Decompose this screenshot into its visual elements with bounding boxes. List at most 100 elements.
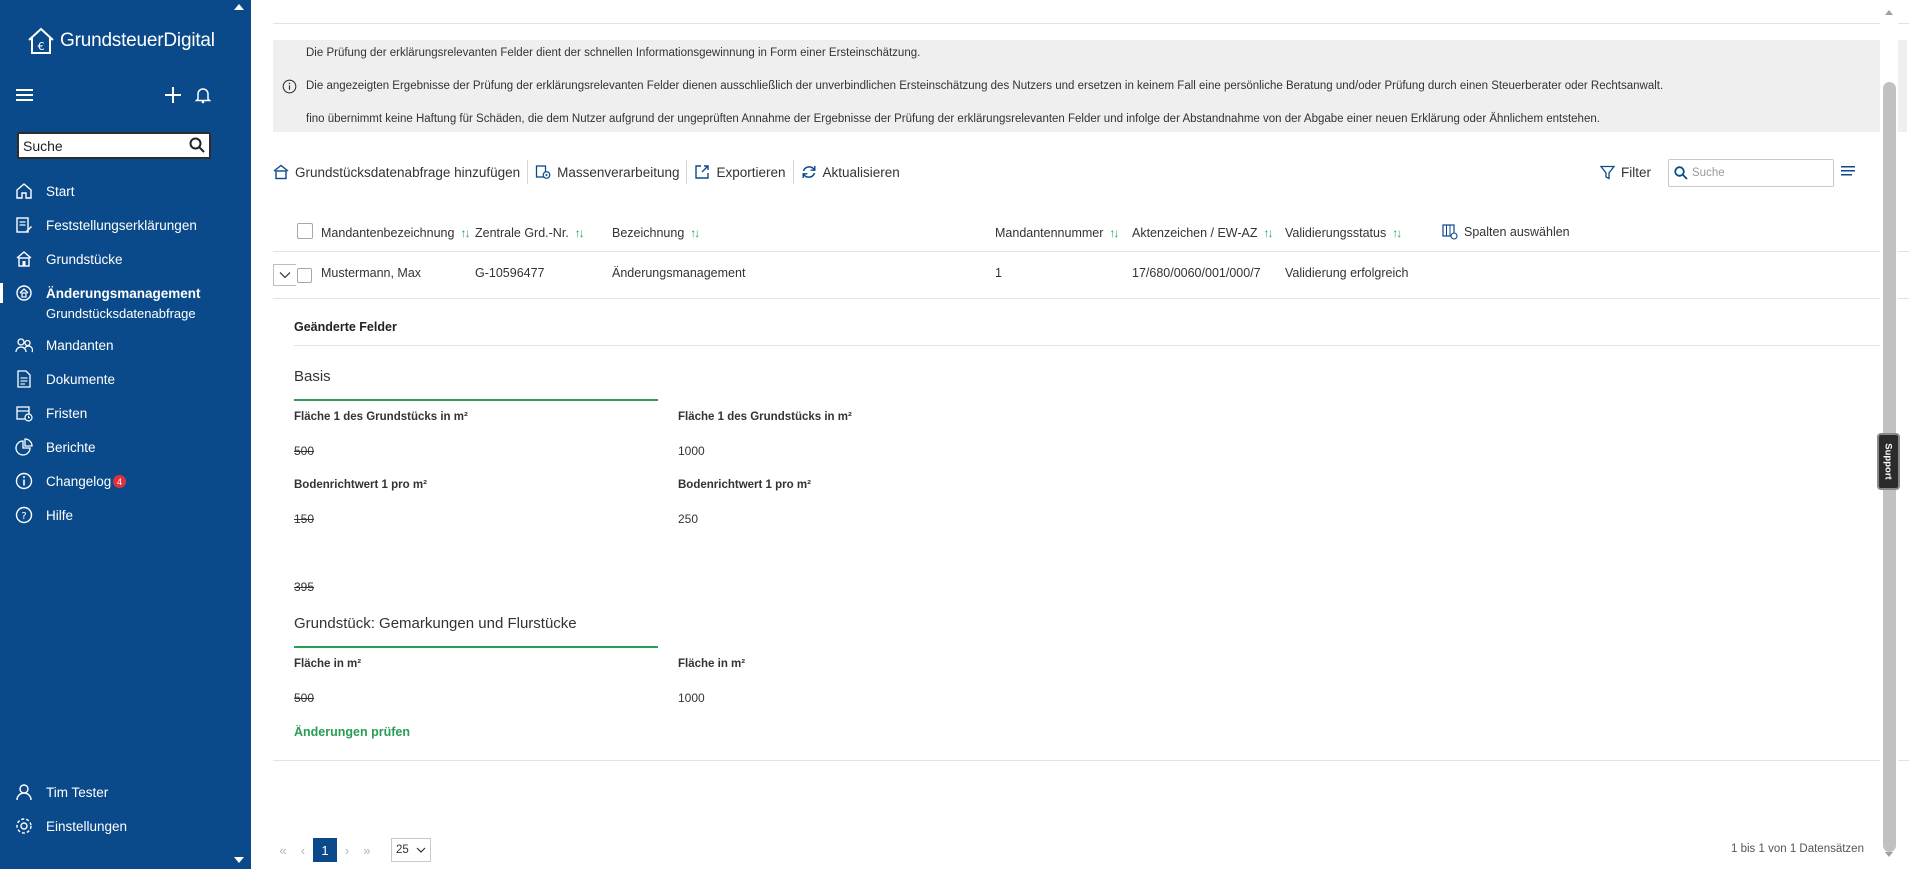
refresh-icon [802, 166, 816, 178]
sidebar-toolbar [16, 86, 216, 110]
column-header-zentrale-grd-nr[interactable]: Zentrale Grd.-Nr. ↑↓ [475, 226, 585, 240]
old-value: 395 [294, 580, 315, 594]
new-value: 1000 [678, 444, 705, 458]
gear-icon [16, 818, 32, 834]
bell-icon[interactable] [194, 86, 212, 104]
field-label-new: Bodenrichtwert 1 pro m² [678, 479, 811, 491]
help-icon: ? [15, 506, 33, 524]
first-page-button[interactable]: « [273, 838, 293, 862]
house-icon [273, 164, 289, 180]
nav-item-user[interactable]: Tim Tester [0, 775, 251, 809]
sidebar-search-input[interactable] [19, 137, 179, 154]
nav-item-berichte[interactable]: Berichte [0, 430, 251, 464]
column-header-bezeichnung[interactable]: Bezeichnung ↑↓ [612, 226, 700, 240]
cell-validierungsstatus: Validierung erfolgreich [1285, 266, 1409, 280]
home-icon [16, 183, 32, 199]
column-header-aktenzeichen[interactable]: Aktenzeichen / EW-AZ ↑↓ [1132, 226, 1274, 240]
field-label-old: Bodenrichtwert 1 pro m² [294, 479, 427, 491]
check-changes-link[interactable]: Änderungen prüfen [294, 725, 410, 739]
field-label-new: Fläche 1 des Grundstücks in m² [678, 411, 852, 423]
pagination: « ‹ 1 › » 25 [273, 838, 431, 862]
cell-mandant: Mustermann, Max [321, 266, 422, 280]
nav-item-start[interactable]: Start [0, 174, 251, 208]
column-label: Aktenzeichen / EW-AZ [1132, 226, 1258, 240]
logo-text: GrundsteuerDigital [60, 30, 215, 51]
nav-item-feststellungserklaerungen[interactable]: Feststellungserklärungen [0, 208, 251, 242]
column-label: Bezeichnung [612, 226, 685, 240]
field-label-old: Fläche in m² [294, 658, 362, 670]
sidebar-scroll-down-icon[interactable] [234, 857, 244, 863]
exportieren-button[interactable]: Exportieren [687, 160, 794, 184]
filter-label: Filter [1621, 164, 1651, 180]
page-size-select[interactable]: 25 [391, 838, 431, 862]
column-header-validierungsstatus[interactable]: Validierungsstatus ↑↓ [1285, 226, 1402, 240]
nav-label: Changelog [46, 473, 112, 489]
table-search-input[interactable] [1692, 167, 1822, 179]
cell-bezeichnung: Änderungsmanagement [612, 266, 746, 280]
section-title-basis: Basis [294, 368, 331, 385]
nav-item-aenderungsmanagement[interactable]: Änderungsmanagement [0, 276, 251, 310]
field-label-new: Fläche in m² [678, 658, 746, 670]
scroll-down-icon[interactable] [1885, 852, 1893, 857]
nav-item-grundstuecke[interactable]: Grundstücke [0, 242, 251, 276]
info-line-1: Die Prüfung der erklärungsrelevanten Fel… [306, 47, 921, 59]
expand-row-button[interactable] [273, 264, 296, 286]
info-icon [15, 472, 33, 490]
document-edit-icon [16, 217, 32, 233]
search-icon[interactable] [189, 137, 205, 153]
page-button-current[interactable]: 1 [313, 838, 337, 862]
massenverarbeitung-button[interactable]: Massenverarbeitung [528, 160, 688, 184]
sort-icon[interactable]: ↑↓ [1109, 226, 1119, 240]
column-label: Validierungsstatus [1285, 226, 1387, 240]
section-title-grundstueck: Grundstück: Gemarkungen und Flurstücke [294, 615, 577, 632]
last-page-button[interactable]: » [357, 838, 377, 862]
house-icon [16, 251, 32, 267]
sidebar-scroll-up-icon[interactable] [234, 4, 244, 10]
change-management-icon [16, 285, 32, 301]
plus-icon[interactable] [164, 86, 182, 104]
app-logo[interactable]: € GrundsteuerDigital [26, 26, 215, 56]
column-header-mandantenbezeichnung[interactable]: Mandantenbezeichnung ↑↓ [321, 226, 470, 240]
filter-button[interactable]: Filter [1600, 160, 1651, 184]
chevron-down-icon [416, 847, 426, 853]
next-page-button[interactable]: › [337, 838, 357, 862]
nav-item-einstellungen[interactable]: Einstellungen [0, 809, 251, 843]
nav-item-hilfe[interactable]: ? Hilfe [0, 498, 251, 532]
nav-label: Feststellungserklärungen [46, 217, 197, 233]
hamburger-menu-icon[interactable] [16, 88, 33, 102]
search-icon[interactable] [1674, 166, 1688, 180]
sidebar-nav: Start Feststellungserklärungen Grundstüc… [0, 174, 251, 532]
table-row[interactable]: Mustermann, Max G-10596477 Änderungsmana… [273, 253, 1909, 299]
divider [273, 760, 1909, 761]
new-value: 1000 [678, 691, 705, 705]
sort-icon[interactable]: ↑↓ [575, 226, 585, 240]
nav-label: Hilfe [46, 507, 74, 523]
nav-item-dokumente[interactable]: Dokumente [0, 362, 251, 396]
sort-icon[interactable]: ↑↓ [1392, 226, 1402, 240]
sort-icon[interactable]: ↑↓ [460, 226, 470, 240]
prev-page-button[interactable]: ‹ [293, 838, 313, 862]
select-columns-label: Spalten auswählen [1464, 225, 1570, 239]
section-underline [294, 399, 658, 401]
table-header: Mandantenbezeichnung ↑↓ Zentrale Grd.-Nr… [273, 222, 1909, 252]
nav-item-mandanten[interactable]: Mandanten [0, 328, 251, 362]
add-datenabfrage-button[interactable]: Grundstücksdatenabfrage hinzufügen [273, 160, 529, 184]
sort-icon[interactable]: ↑↓ [1264, 226, 1274, 240]
nav-item-fristen[interactable]: Fristen [0, 396, 251, 430]
info-circle-icon [282, 79, 297, 94]
aktualisieren-button[interactable]: Aktualisieren [794, 160, 907, 184]
list-menu-icon[interactable] [1841, 165, 1855, 177]
export-icon [695, 165, 710, 179]
page-size-value: 25 [396, 844, 409, 856]
nav-label: Mandanten [46, 337, 114, 353]
column-header-mandantennummer[interactable]: Mandantennummer ↑↓ [995, 226, 1119, 240]
select-all-checkbox[interactable] [297, 223, 313, 239]
support-tab[interactable]: Support [1877, 433, 1900, 490]
row-checkbox[interactable] [297, 268, 312, 283]
sort-icon[interactable]: ↑↓ [690, 226, 700, 240]
field-label-old: Fläche 1 des Grundstücks in m² [294, 411, 468, 423]
scroll-up-icon[interactable] [1885, 10, 1893, 15]
select-columns-button[interactable]: Spalten auswählen [1442, 224, 1570, 240]
nav-item-changelog[interactable]: Changelog 4 [0, 464, 251, 498]
nav-label: Änderungsmanagement [46, 285, 201, 301]
